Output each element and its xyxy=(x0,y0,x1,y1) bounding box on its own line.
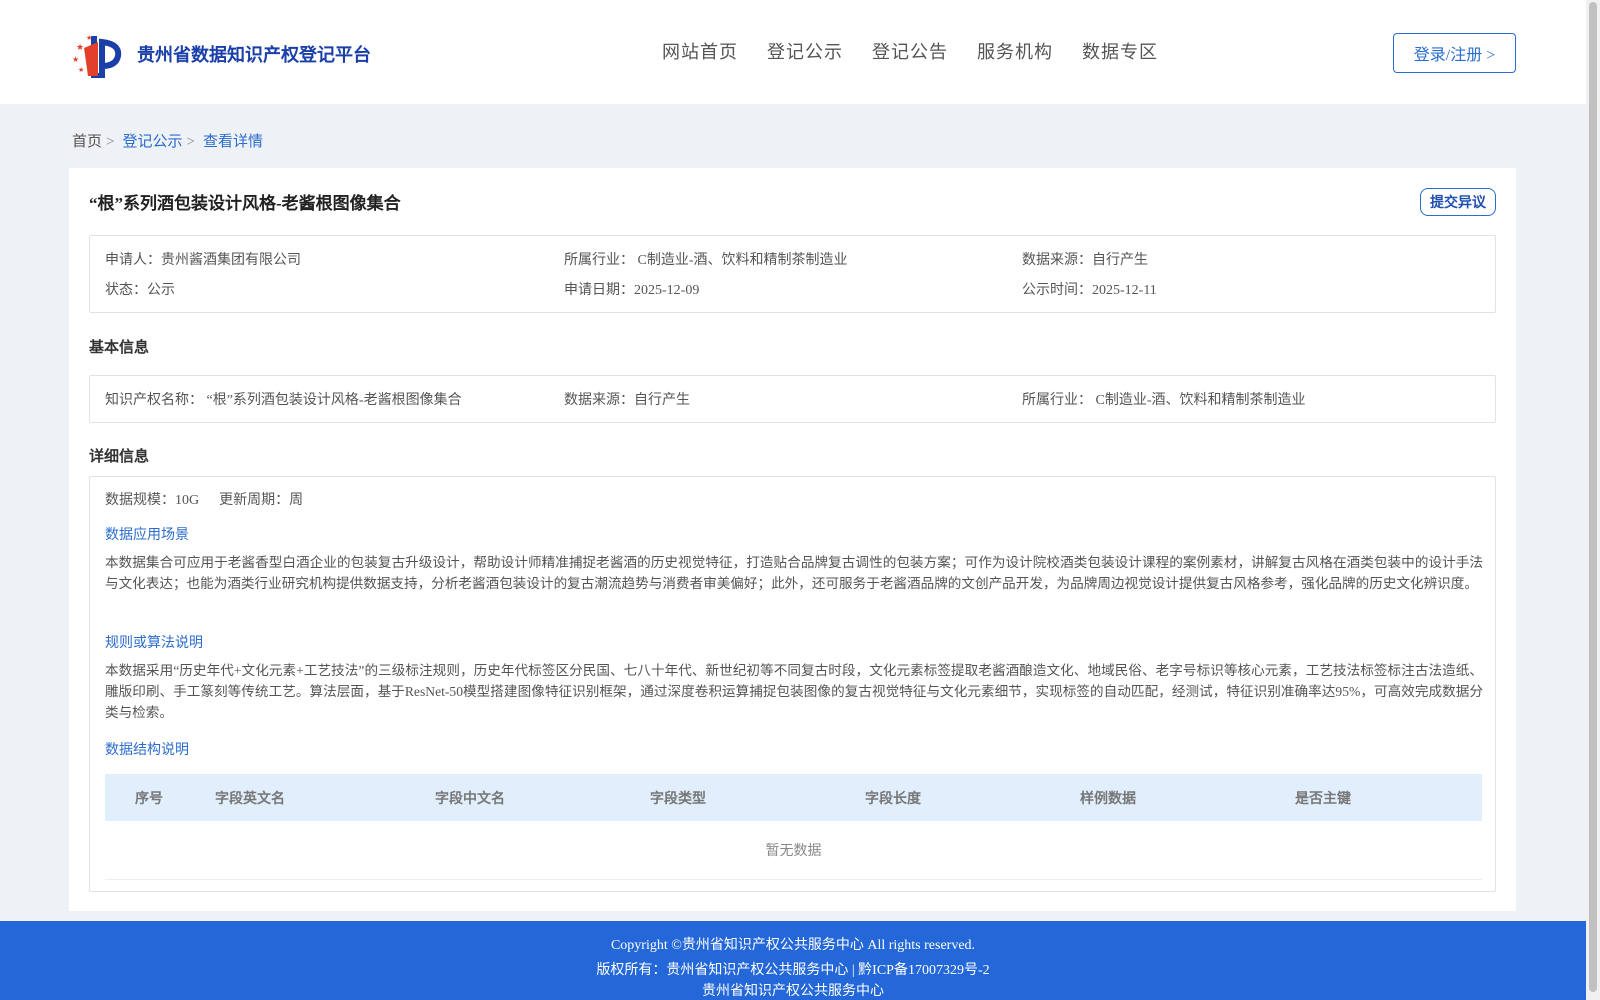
industry-text: 所属行业： C制造业-酒、饮料和精制茶制造业 xyxy=(564,253,848,268)
footer-org: 贵州省知识产权公共服务中心 xyxy=(702,984,884,999)
table-header-cell: 字段长度 xyxy=(865,792,921,807)
update-cycle-text: 更新周期：周 xyxy=(219,493,304,508)
breadcrumb-publicity[interactable]: 登记公示 xyxy=(122,134,182,150)
nav-item-home[interactable]: 网站首页 xyxy=(662,38,738,64)
basic-info-box: 知识产权名称： “根”系列酒包装设计风格-老酱根图像集合 数据来源：自行产生 所… xyxy=(89,375,1496,423)
nav-item-data-zone[interactable]: 数据专区 xyxy=(1082,38,1158,64)
detail-info-box: 数据规模：10G 更新周期：周 数据应用场景 本数据集合可应用于老酱香型白酒企业的… xyxy=(89,476,1496,892)
table-header-row: 序号 字段英文名 字段中文名 字段类型 字段长度 样例数据 是否主键 xyxy=(105,774,1482,821)
table-header-cell: 字段类型 xyxy=(650,792,706,807)
nav-item-announcement[interactable]: 登记公告 xyxy=(872,38,948,64)
table-header-cell: 字段英文名 xyxy=(215,792,285,807)
svg-text:★: ★ xyxy=(86,34,92,42)
table-header-cell: 序号 xyxy=(135,792,163,807)
basic-industry-text: 所属行业： C制造业-酒、饮料和精制茶制造业 xyxy=(1022,393,1306,408)
main-nav: 网站首页 登记公示 登记公告 服务机构 数据专区 xyxy=(662,38,1187,64)
publicity-date-text: 公示时间：2025-12-11 xyxy=(1022,283,1157,298)
site-footer: Copyright ©贵州省知识产权公共服务中心 All rights rese… xyxy=(0,921,1586,1000)
scenario-text: 本数据集合可应用于老酱香型白酒企业的包装复古升级设计，帮助设计师精准捕捉老酱酒的… xyxy=(105,555,1483,591)
brand-title[interactable]: 贵州省数据知识产权登记平台 xyxy=(137,41,371,67)
rule-heading: 规则或算法说明 xyxy=(105,636,203,651)
platform-logo-icon[interactable]: ★ ★ ★ ★ xyxy=(72,28,130,78)
scale-cycle-line: 数据规模：10G 更新周期：周 xyxy=(105,489,303,509)
rule-text: 本数据采用“历史年代+文化元素+工艺技法”的三级标注规则，历史年代标签区分民国、… xyxy=(105,663,1483,720)
svg-text:★: ★ xyxy=(78,66,84,74)
svg-text:★: ★ xyxy=(76,43,84,53)
breadcrumb-separator: > xyxy=(186,134,195,150)
detail-card: “根”系列酒包装设计风格-老酱根图像集合 提交异议 申请人：贵州酱酒集团有限公司… xyxy=(69,168,1516,911)
footer-copyright: Copyright ©贵州省知识产权公共服务中心 All rights rese… xyxy=(610,938,976,953)
table-header-cell: 是否主键 xyxy=(1295,792,1351,807)
status-text: 状态：公示 xyxy=(105,283,175,298)
basic-source-text: 数据来源：自行产生 xyxy=(564,393,690,408)
detail-info-heading: 详细信息 xyxy=(89,449,150,465)
vertical-scrollbar[interactable] xyxy=(1586,0,1600,1000)
table-empty-text: 暂无数据 xyxy=(105,821,1482,880)
applicant-text: 申请人：贵州酱酒集团有限公司 xyxy=(105,253,301,268)
apply-date-text: 申请日期：2025-12-09 xyxy=(564,283,700,298)
table-header-cell: 样例数据 xyxy=(1080,792,1136,807)
page-title: “根”系列酒包装设计风格-老酱根图像集合 xyxy=(89,194,401,213)
nav-item-publicity[interactable]: 登记公示 xyxy=(767,38,843,64)
breadcrumb-current: 查看详情 xyxy=(202,134,263,150)
structure-table: 序号 字段英文名 字段中文名 字段类型 字段长度 样例数据 是否主键 暂无数据 xyxy=(105,774,1482,880)
svg-text:★: ★ xyxy=(72,55,79,64)
table-header-cell: 字段中文名 xyxy=(435,792,505,807)
basic-info-heading: 基本信息 xyxy=(89,340,150,356)
submit-objection-button[interactable]: 提交异议 xyxy=(1420,188,1496,216)
source-text: 数据来源：自行产生 xyxy=(1022,253,1148,268)
data-scale-text: 数据规模：10G xyxy=(105,493,200,508)
footer-owner: 版权所有：贵州省知识产权公共服务中心 | 黔ICP备17007329号-2 xyxy=(596,963,990,978)
site-header: ★ ★ ★ ★ 贵州省数据知识产权登记平台 网站首页 登记公示 登记公告 服务机… xyxy=(0,0,1586,104)
breadcrumb-home[interactable]: 首页 xyxy=(72,134,102,150)
scenario-heading: 数据应用场景 xyxy=(105,528,189,543)
login-register-button[interactable]: 登录/注册 > xyxy=(1393,33,1516,73)
summary-box: 申请人：贵州酱酒集团有限公司 所属行业： C制造业-酒、饮料和精制茶制造业 数据… xyxy=(89,235,1496,313)
ip-name-text: 知识产权名称： “根”系列酒包装设计风格-老酱根图像集合 xyxy=(105,393,462,408)
structure-heading: 数据结构说明 xyxy=(105,743,189,758)
scrollbar-thumb[interactable] xyxy=(1589,2,1597,992)
nav-item-service-agency[interactable]: 服务机构 xyxy=(977,38,1053,64)
breadcrumb: 首页 > 登记公示 > 查看详情 xyxy=(72,130,263,151)
breadcrumb-separator: > xyxy=(106,134,115,150)
